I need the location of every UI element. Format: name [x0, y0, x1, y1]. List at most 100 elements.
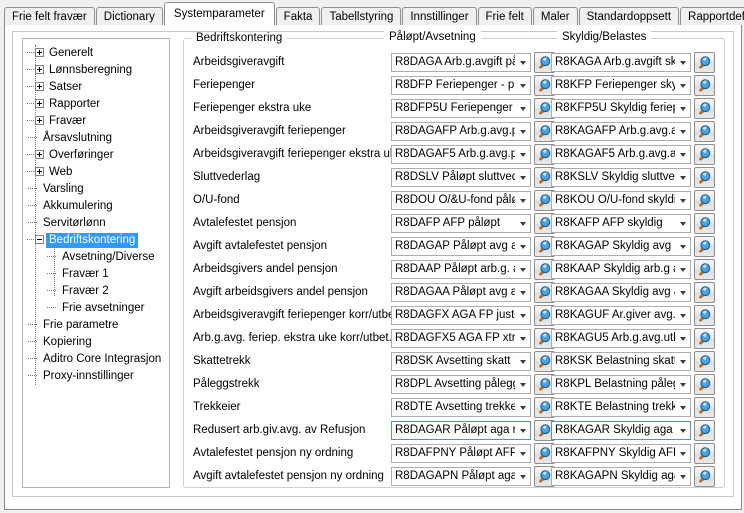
search-button-skyldig[interactable]: [694, 328, 715, 349]
combobox-skyldig[interactable]: R8KAGAF5 Arb.g.avg.av: [551, 145, 691, 164]
chevron-down-icon[interactable]: [675, 215, 690, 232]
combobox-skyldig[interactable]: R8KAAP Skyldig arb.g ar: [551, 260, 691, 279]
combobox-skyldig[interactable]: R8KTE Belastning trekke: [551, 398, 691, 417]
combobox-palopt[interactable]: R8DAFPNY Påløpt AFP: [391, 444, 531, 463]
combobox-skyldig[interactable]: R8KSLV Skyldig sluttved: [551, 168, 691, 187]
chevron-down-icon[interactable]: [515, 215, 530, 232]
combobox-skyldig[interactable]: R8KOU O/U-fond skyldig: [551, 191, 691, 210]
chevron-down-icon[interactable]: [675, 422, 690, 439]
combobox-palopt[interactable]: R8DAFP AFP påløpt: [391, 214, 531, 233]
search-button-skyldig[interactable]: [694, 213, 715, 234]
tree-item-fravær-1[interactable]: Fravær 1: [27, 266, 169, 283]
chevron-down-icon[interactable]: [515, 468, 530, 485]
tree-item-satser[interactable]: Satser: [27, 79, 169, 96]
chevron-down-icon[interactable]: [675, 468, 690, 485]
tab-frie-felt-frav-r[interactable]: Frie felt fravær: [4, 7, 95, 26]
chevron-down-icon[interactable]: [515, 445, 530, 462]
expand-plus-icon[interactable]: [35, 150, 44, 160]
chevron-down-icon[interactable]: [675, 261, 690, 278]
combobox-skyldig[interactable]: R8KFP Feriepenger skylc: [551, 76, 691, 95]
chevron-down-icon[interactable]: [675, 284, 690, 301]
tab-standardoppsett[interactable]: Standardoppsett: [578, 7, 680, 26]
combobox-palopt[interactable]: R8DFP5U Feriepenger -: [391, 99, 531, 118]
search-button-skyldig[interactable]: [694, 259, 715, 280]
chevron-down-icon[interactable]: [675, 54, 690, 71]
search-button-skyldig[interactable]: [694, 397, 715, 418]
combobox-palopt[interactable]: R8DAGA Arb.g.avgift på: [391, 53, 531, 72]
combobox-skyldig[interactable]: R8KPL Belastning pålegg: [551, 375, 691, 394]
combobox-skyldig[interactable]: R8KFP5U Skyldig feriep.: [551, 99, 691, 118]
tree-item-web[interactable]: Web: [27, 164, 169, 181]
chevron-down-icon[interactable]: [515, 169, 530, 186]
tree-item-akkumulering[interactable]: Akkumulering: [27, 198, 169, 215]
search-button-skyldig[interactable]: [694, 466, 715, 487]
tab-dictionary[interactable]: Dictionary: [95, 7, 163, 26]
tree-item-kopiering[interactable]: Kopiering: [27, 334, 169, 351]
combobox-skyldig[interactable]: R8KAGU5 Arb.g.avg.utb: [551, 329, 691, 348]
combobox-skyldig[interactable]: R8KAGAR Skyldig aga re: [551, 421, 691, 440]
tree-item-fravær-2[interactable]: Fravær 2: [27, 283, 169, 300]
tree-item-overføringer[interactable]: Overføringer: [27, 147, 169, 164]
chevron-down-icon[interactable]: [515, 307, 530, 324]
expand-plus-icon[interactable]: [35, 65, 44, 75]
tree-item-årsavslutning[interactable]: Årsavslutning: [27, 130, 169, 147]
tree-item-servitørlønn[interactable]: Servitørlønn: [27, 215, 169, 232]
chevron-down-icon[interactable]: [515, 330, 530, 347]
chevron-down-icon[interactable]: [675, 146, 690, 163]
tab-maler[interactable]: Maler: [532, 7, 578, 26]
chevron-down-icon[interactable]: [675, 307, 690, 324]
search-button-skyldig[interactable]: [694, 351, 715, 372]
expand-plus-icon[interactable]: [35, 99, 44, 109]
search-button-skyldig[interactable]: [694, 144, 715, 165]
combobox-palopt[interactable]: R8DSK Avsetting skatt: [391, 352, 531, 371]
search-button-skyldig[interactable]: [694, 190, 715, 211]
combobox-palopt[interactable]: R8DAGAFP Arb.g.avg.på: [391, 122, 531, 141]
tree-item-lønnsberegning[interactable]: Lønnsberegning: [27, 62, 169, 79]
chevron-down-icon[interactable]: [515, 376, 530, 393]
tree-item-bedriftskontering[interactable]: Bedriftskontering: [27, 232, 169, 249]
tab-rapportdefinisjoner-altinn[interactable]: Rapportdefinisjoner Altinn: [680, 7, 744, 26]
tab-fakta[interactable]: Fakta: [275, 7, 321, 26]
combobox-skyldig[interactable]: R8KAGAFP Arb.g.avg.av: [551, 122, 691, 141]
search-button-skyldig[interactable]: [694, 167, 715, 188]
search-button-skyldig[interactable]: [694, 121, 715, 142]
chevron-down-icon[interactable]: [515, 261, 530, 278]
chevron-down-icon[interactable]: [515, 100, 530, 117]
tab-frie-felt[interactable]: Frie felt: [477, 7, 532, 26]
chevron-down-icon[interactable]: [515, 54, 530, 71]
search-button-skyldig[interactable]: [694, 236, 715, 257]
search-button-skyldig[interactable]: [694, 305, 715, 326]
settings-tree[interactable]: Generelt Lønnsberegning Satser Rapporter Fra…: [22, 38, 170, 488]
combobox-palopt[interactable]: R8DTE Avsetting trekkei: [391, 398, 531, 417]
search-button-skyldig[interactable]: [694, 75, 715, 96]
combobox-palopt[interactable]: R8DFP Feriepenger - pål: [391, 76, 531, 95]
chevron-down-icon[interactable]: [515, 146, 530, 163]
search-button-skyldig[interactable]: [694, 374, 715, 395]
combobox-skyldig[interactable]: R8KAGAA Skyldig avg a: [551, 283, 691, 302]
chevron-down-icon[interactable]: [515, 238, 530, 255]
tree-item-avsetning-diverse[interactable]: Avsetning/Diverse: [27, 249, 169, 266]
search-button-skyldig[interactable]: [694, 52, 715, 73]
tree-item-frie-avsetninger[interactable]: Frie avsetninger: [27, 300, 169, 317]
combobox-palopt[interactable]: R8DOU O/&U-fond pålø: [391, 191, 531, 210]
chevron-down-icon[interactable]: [675, 445, 690, 462]
combobox-skyldig[interactable]: R8KAGAP Skyldig avg a: [551, 237, 691, 256]
combobox-palopt[interactable]: R8DAGAA Påløpt avg ar: [391, 283, 531, 302]
combobox-palopt[interactable]: R8DSLV Påløpt sluttvede: [391, 168, 531, 187]
search-button-skyldig[interactable]: [694, 420, 715, 441]
combobox-palopt[interactable]: R8DAGAP Påløpt avg av: [391, 237, 531, 256]
tab-systemparameter[interactable]: Systemparameter: [163, 2, 275, 26]
combobox-palopt[interactable]: R8DPL Avsetting pålegg: [391, 375, 531, 394]
chevron-down-icon[interactable]: [675, 376, 690, 393]
combobox-palopt[interactable]: R8DAGAPN Påløpt aga .: [391, 467, 531, 486]
expand-plus-icon[interactable]: [35, 167, 44, 177]
chevron-down-icon[interactable]: [515, 77, 530, 94]
chevron-down-icon[interactable]: [515, 123, 530, 140]
chevron-down-icon[interactable]: [675, 169, 690, 186]
tree-item-varsling[interactable]: Varsling: [27, 181, 169, 198]
combobox-palopt[interactable]: R8DAGAF5 Arb.g.avg.på: [391, 145, 531, 164]
chevron-down-icon[interactable]: [675, 238, 690, 255]
tab-innstillinger[interactable]: Innstillinger: [402, 7, 477, 26]
search-button-skyldig[interactable]: [694, 98, 715, 119]
combobox-palopt[interactable]: R8DAGAR Påløpt aga re: [391, 421, 531, 440]
